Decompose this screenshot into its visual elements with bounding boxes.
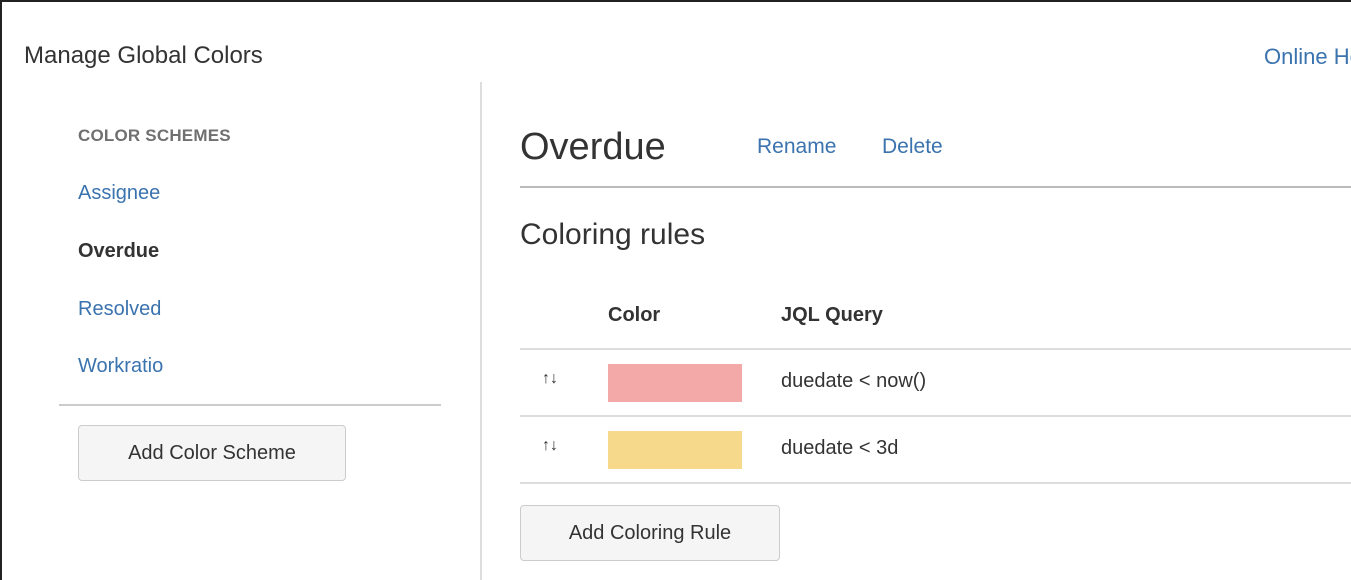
jql-query-text: duedate < now() <box>781 370 927 392</box>
column-header-jql-query: JQL Query <box>781 304 883 326</box>
sidebar-item-workratio[interactable]: Workratio <box>78 355 163 378</box>
jql-query-text: duedate < 3d <box>781 437 899 459</box>
table-divider <box>520 482 1351 484</box>
column-divider <box>480 82 482 580</box>
reorder-arrows-icon[interactable]: ↑↓ <box>542 437 558 455</box>
table-row: ↑↓ duedate < 3d <box>520 417 1351 482</box>
scheme-title: Overdue <box>520 126 666 168</box>
add-coloring-rule-button[interactable]: Add Coloring Rule <box>520 505 780 561</box>
color-schemes-heading: COLOR SCHEMES <box>78 126 231 145</box>
coloring-rules-heading: Coloring rules <box>520 218 706 251</box>
reorder-arrows-icon[interactable]: ↑↓ <box>542 370 558 388</box>
table-row: ↑↓ duedate < now() <box>520 350 1351 415</box>
sidebar-item-resolved[interactable]: Resolved <box>78 298 161 321</box>
add-color-scheme-button[interactable]: Add Color Scheme <box>78 425 346 481</box>
sidebar-item-assignee[interactable]: Assignee <box>78 182 160 205</box>
rename-link[interactable]: Rename <box>757 135 836 159</box>
column-header-color: Color <box>608 304 661 326</box>
page-title: Manage Global Colors <box>24 42 263 69</box>
color-swatch[interactable] <box>608 364 742 402</box>
sidebar-item-overdue[interactable]: Overdue <box>78 240 159 263</box>
delete-link[interactable]: Delete <box>882 135 943 159</box>
color-swatch[interactable] <box>608 431 742 469</box>
app-window: Manage Global Colors Online Help COLOR S… <box>0 0 1351 580</box>
online-help-link[interactable]: Online Help <box>1264 44 1351 70</box>
title-divider <box>520 186 1351 188</box>
sidebar-divider <box>59 404 441 406</box>
